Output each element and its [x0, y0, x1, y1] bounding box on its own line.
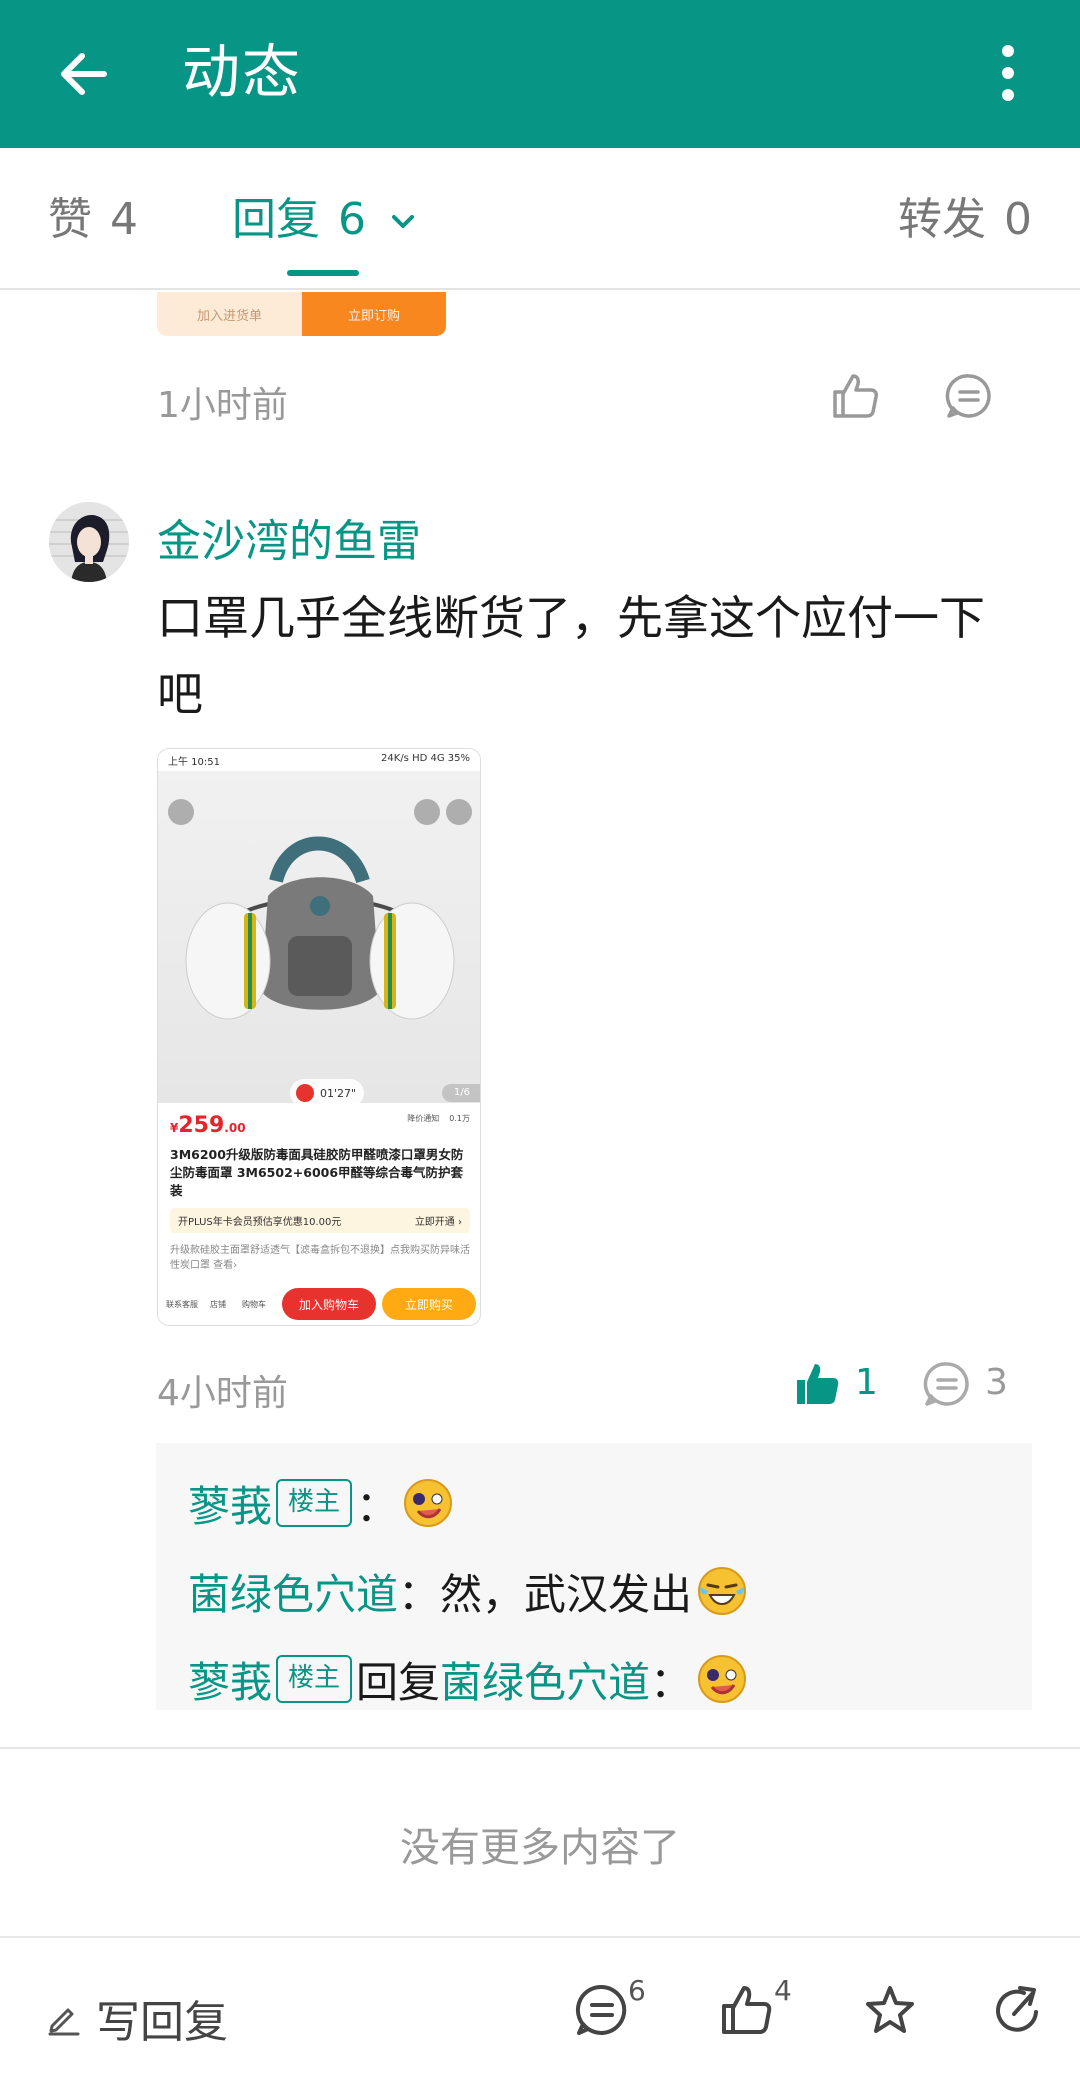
star-icon[interactable]: [862, 1982, 918, 2038]
mini-service: 联系客服: [166, 1299, 198, 1309]
tab-likes-label: 赞: [48, 194, 92, 245]
plus-action: 立即开通 ›: [414, 1217, 462, 1228]
op-badge: 楼主: [276, 1479, 353, 1527]
page: 动态 赞4 回复 6 转发 0 加入进货单 立即订购 1小时前 金沙湾的鱼雷 口…: [0, 0, 1080, 2080]
laughing-emoji-icon: [404, 1479, 453, 1527]
image-status-time: 上午 10:51: [168, 757, 220, 768]
image-more-icon: [446, 799, 472, 825]
comment-icon[interactable]: [923, 1360, 971, 1408]
image-share-icon: [414, 799, 440, 825]
tab-indicator: [287, 270, 359, 276]
previous-post-meta: 1小时前: [157, 370, 1037, 426]
reply-text: ：然，武汉发出: [398, 1569, 693, 1619]
bottom-comment-count: 6: [628, 1974, 646, 2007]
video-duration: 01'27": [320, 1086, 357, 1100]
reply-username[interactable]: 蓼莪: [188, 1473, 272, 1534]
tab-replies-count: 6: [338, 194, 366, 245]
replies-box[interactable]: 蓼莪 楼主 ： 菌绿色穴道 ：然，武汉发出 蓼莪 楼主 回复 菌绿色穴道 ：: [156, 1443, 1032, 1710]
pencil-icon: [48, 2008, 80, 2036]
back-arrow-icon[interactable]: [52, 42, 116, 106]
comment-like-count: 1: [855, 1362, 878, 1403]
app-bar: 动态: [0, 0, 1080, 148]
prev-card-left: 加入进货单: [157, 292, 302, 336]
comment-icon[interactable]: [945, 372, 993, 420]
image-page-badge: 1/6: [442, 1084, 480, 1102]
favorite-count: 0.1万: [449, 1114, 470, 1123]
comment-username[interactable]: 金沙湾的鱼雷: [157, 505, 421, 569]
plus-banner: 开PLUS年卡会员预估享优惠10.00元 立即开通 ›: [170, 1208, 470, 1233]
reply-item[interactable]: 菌绿色穴道 ：然，武汉发出: [188, 1547, 1000, 1635]
tab-bar: 赞4 回复 6 转发 0: [0, 148, 1080, 290]
play-icon: [296, 1084, 314, 1102]
promo-text: 升级款硅胶主面罩舒适透气【滤毒盒拆包不退换】点我购买防异味活性炭口罩 查看›: [170, 1245, 470, 1271]
comment-image[interactable]: 上午 10:51 24K/s HD 4G 35% 01'27" 1/6 ¥259…: [157, 748, 481, 1326]
tab-reposts[interactable]: 转发 0: [898, 192, 1032, 248]
product-actions: 联系客服 店铺 购物车 加入购物车 立即购买: [158, 1283, 480, 1325]
comment-icon[interactable]: [574, 1982, 630, 2038]
price-alert-label: 降价通知: [407, 1114, 440, 1123]
laughing-emoji-icon: [698, 1655, 747, 1703]
divider: [0, 1747, 1080, 1749]
mini-cart: 购物车: [242, 1299, 266, 1309]
product-price: ¥259.00: [170, 1113, 246, 1138]
product-title: 3M6200升级版防毒面具硅胶防甲醛喷漆口罩男女防尘防毒面罩 3M6502+60…: [170, 1147, 464, 1198]
reply-item[interactable]: 蓼莪 楼主 ：: [188, 1459, 1000, 1547]
reply-text: ：: [356, 1481, 399, 1531]
tab-reposts-label: 转发: [898, 194, 986, 245]
bottom-like-count: 4: [774, 1974, 792, 2007]
image-status-bar: 上午 10:51 24K/s HD 4G 35%: [158, 749, 480, 771]
previous-post-time: 1小时前: [157, 385, 288, 426]
tab-reposts-count: 0: [1004, 194, 1032, 245]
page-title: 动态: [182, 38, 303, 106]
chevron-down-icon: [392, 215, 414, 228]
comment-time: 4小时前: [157, 1373, 288, 1414]
price-decimal: .00: [224, 1121, 246, 1135]
tab-replies[interactable]: 回复 6: [232, 192, 418, 248]
plus-text: 开PLUS年卡会员预估享优惠10.00元: [178, 1217, 342, 1228]
write-reply-button[interactable]: 写回复: [46, 1986, 228, 2050]
tab-replies-label: 回复: [232, 194, 320, 245]
avatar-image: [49, 502, 129, 582]
reply-username[interactable]: 蓼莪: [188, 1649, 272, 1710]
tears-of-joy-emoji-icon: [698, 1567, 747, 1615]
bottom-bar: 写回复 6 4: [0, 1936, 1080, 2080]
comment-content: 口罩几乎全线断货了，先拿这个应付一下吧: [157, 591, 985, 721]
comment-meta: 4小时前 1 3: [157, 1358, 1037, 1414]
thumbs-up-filled-icon[interactable]: [791, 1358, 843, 1410]
image-status-right: 24K/s HD 4G 35%: [381, 753, 470, 764]
tab-likes-count: 4: [110, 194, 138, 245]
add-to-cart-button: 加入购物车: [282, 1288, 376, 1320]
mini-store: 店铺: [210, 1299, 226, 1309]
more-vert-icon[interactable]: [986, 40, 1030, 106]
thumbs-up-icon[interactable]: [718, 1982, 774, 2038]
prev-card-right: 立即订购: [302, 292, 446, 336]
share-icon[interactable]: [990, 1982, 1046, 2038]
reply-item[interactable]: 蓼莪 楼主 回复 菌绿色穴道 ：: [188, 1635, 1000, 1723]
product-photo: 01'27" 1/6: [158, 771, 480, 1107]
thumbs-up-icon[interactable]: [829, 370, 881, 422]
reply-username[interactable]: 菌绿色穴道: [188, 1561, 398, 1622]
end-of-list-text: 没有更多内容了: [400, 1825, 680, 1871]
reply-target-username[interactable]: 菌绿色穴道: [440, 1649, 650, 1710]
tab-likes[interactable]: 赞4: [48, 192, 138, 248]
buy-now-button: 立即购买: [382, 1288, 476, 1320]
reply-text: ：: [650, 1657, 693, 1707]
write-reply-label: 写回复: [96, 1997, 228, 2048]
previous-post-image[interactable]: 加入进货单 立即订购: [157, 292, 446, 336]
comment-reply-count: 3: [985, 1362, 1008, 1403]
image-back-icon: [168, 799, 194, 825]
price-main: 259: [178, 1113, 225, 1138]
op-badge: 楼主: [276, 1655, 353, 1703]
avatar[interactable]: [49, 502, 129, 582]
reply-connector: 回复: [356, 1657, 441, 1707]
